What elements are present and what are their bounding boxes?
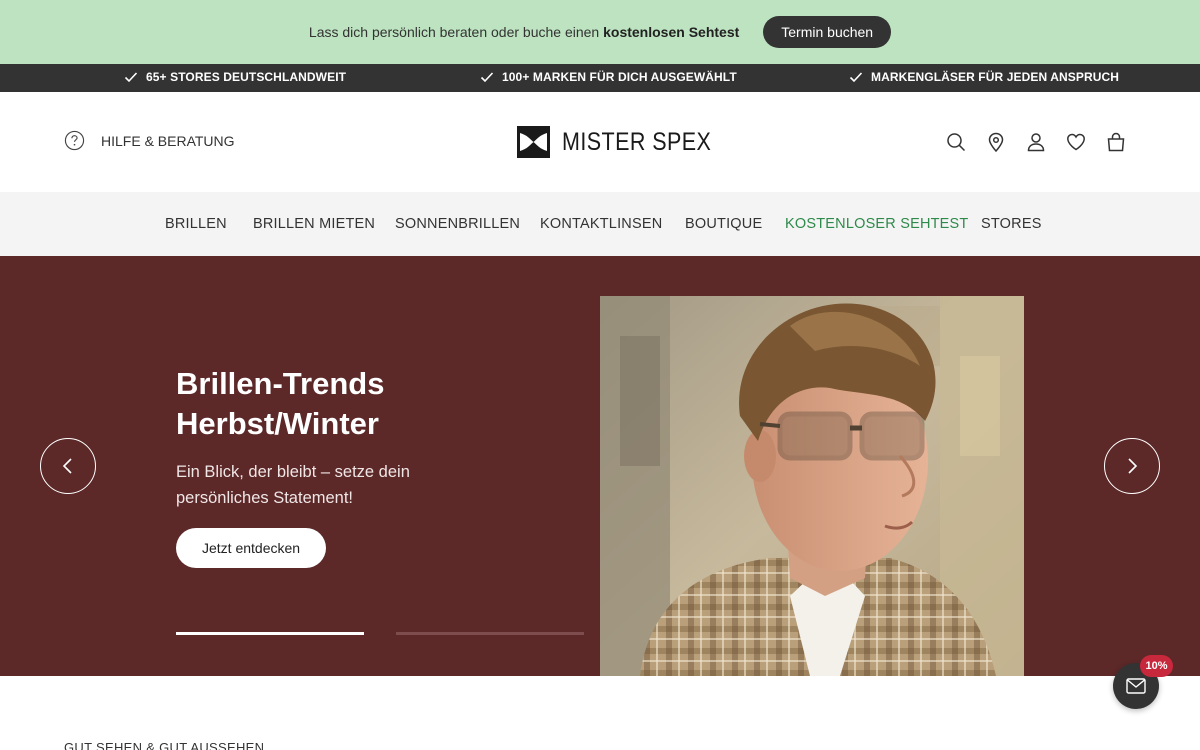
promo-text-bold: kostenlosen Sehtest [603,24,740,40]
site-header: HILFE & BERATUNG MISTER SPEX [0,92,1200,192]
hero-subtitle: Ein Blick, der bleibt – setze dein persö… [176,463,410,507]
usp-label: 100+ MARKEN FÜR DICH AUSGEWÄHLT [502,70,737,84]
nav-item-stores[interactable]: STORES [981,192,1042,256]
usp-item-stores: 65+ STORES DEUTSCHLANDWEIT [124,70,346,84]
usp-item-brands: 100+ MARKEN FÜR DICH AUSGEWÄHLT [480,70,737,84]
carousel-next-button[interactable] [1104,438,1160,494]
store-locator-button[interactable] [986,132,1006,152]
check-icon [849,72,863,83]
carousel-prev-button[interactable] [40,438,96,494]
section-heading: GUT SEHEN & GUT AUSSEHEN [64,740,265,750]
discount-badge: 10% [1140,655,1173,677]
hero-image [600,296,1024,676]
promo-text-prefix: Lass dich persönlich beraten oder buche … [308,24,604,40]
hero-photo-illustration [600,296,1024,676]
nav-item-brillen-mieten[interactable]: BRILLEN MIETEN [253,192,375,256]
logo-mark-icon [517,126,550,158]
cart-icon [1107,132,1125,152]
help-circle-icon [64,130,85,151]
slide-indicator[interactable] [396,632,584,635]
usp-bar: 65+ STORES DEUTSCHLANDWEIT 100+ MARKEN F… [0,64,1200,92]
chevron-right-icon [1128,458,1138,474]
main-nav: BRILLEN BRILLEN MIETEN SONNENBRILLEN KON… [0,192,1200,256]
hero-title: Brillen-Trends Herbst/Winter [176,364,384,444]
discover-button[interactable]: Jetzt entdecken [176,528,327,568]
usp-label: 65+ STORES DEUTSCHLANDWEIT [146,70,347,84]
nav-item-kontaktlinsen[interactable]: KONTAKTLINSEN [540,192,662,256]
promo-bar: Lass dich persönlich beraten oder buche … [0,0,1200,64]
help-label: HILFE & BERATUNG [101,132,235,149]
nav-item-sonnenbrillen[interactable]: SONNENBRILLEN [395,192,520,256]
account-icon [1027,133,1045,152]
promo-text: Lass dich persönlich beraten oder buche … [309,24,739,40]
search-icon [947,133,966,152]
nav-item-brillen[interactable]: BRILLEN [165,192,227,256]
mail-icon [1126,678,1146,694]
check-icon [480,72,494,83]
usp-label: MARKENGLÄSER FÜR JEDEN ANSPRUCH [871,70,1120,84]
search-button[interactable] [946,132,966,152]
nav-item-boutique[interactable]: BOUTIQUE [685,192,762,256]
book-appointment-button[interactable]: Termin buchen [763,16,892,48]
hero-title-line: Brillen-Trends [176,366,385,401]
usp-item-lenses: MARKENGLÄSER FÜR JEDEN ANSPRUCH [849,70,1119,84]
chevron-left-icon [62,458,72,474]
help-link[interactable]: HILFE & BERATUNG [64,130,235,151]
check-icon [124,72,138,83]
hero-carousel: Brillen-Trends Herbst/Winter Ein Blick, … [0,256,1200,676]
wishlist-button[interactable] [1066,132,1086,152]
store-locator-icon [988,132,1004,152]
wishlist-icon [1067,133,1085,151]
slide-indicator-active[interactable] [176,632,364,635]
logo-text: MISTER SPEX [562,127,712,156]
logo[interactable]: MISTER SPEX [517,126,736,158]
cart-button[interactable] [1106,132,1126,152]
account-button[interactable] [1026,132,1046,152]
nav-item-sehtest[interactable]: KOSTENLOSER SEHTEST [785,192,968,256]
hero-title-line: Herbst/Winter [176,406,379,441]
